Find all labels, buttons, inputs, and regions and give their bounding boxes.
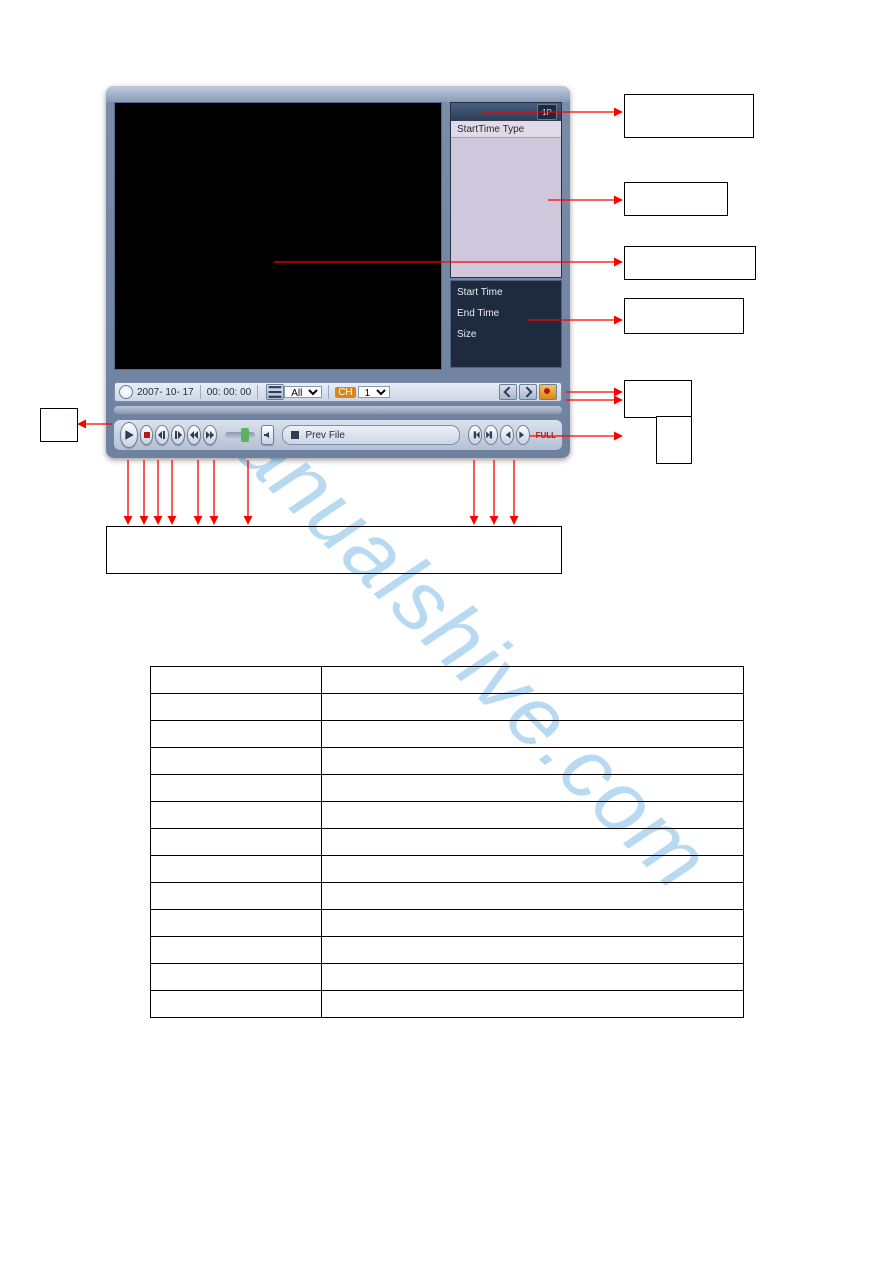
- table-row: [151, 667, 744, 694]
- description-table: [150, 666, 744, 1018]
- record-type-select[interactable]: All: [284, 386, 322, 398]
- side-panel: 1P StartTime Type Start Time End Time Si…: [450, 102, 562, 368]
- callout-box-4: [624, 298, 744, 334]
- table-row: [151, 748, 744, 775]
- callout-box-1: [624, 94, 754, 138]
- stop-button[interactable]: [140, 425, 154, 445]
- table-row: [151, 883, 744, 910]
- search-record-button[interactable]: [539, 384, 557, 400]
- window-titlebar[interactable]: [106, 86, 570, 102]
- search-bar: 2007- 10- 17 00: 00: 00 All CH 1: [114, 382, 562, 402]
- callout-box-5a: [624, 380, 692, 418]
- volume-slider[interactable]: [225, 432, 255, 438]
- table-row: [151, 937, 744, 964]
- page-next-button[interactable]: [519, 384, 537, 400]
- page-prev-button[interactable]: [499, 384, 517, 400]
- table-row: [151, 910, 744, 937]
- next-channel-button[interactable]: [516, 425, 530, 445]
- single-screen-button[interactable]: 1P: [537, 104, 557, 120]
- prev-frame-button[interactable]: [155, 425, 169, 445]
- table-row: [151, 856, 744, 883]
- callout-box-5b: [656, 416, 692, 464]
- prev-channel-button[interactable]: [500, 425, 514, 445]
- fast-button[interactable]: [203, 425, 217, 445]
- list-icon: [266, 384, 284, 400]
- callout-box-2: [624, 182, 728, 216]
- slow-button[interactable]: [187, 425, 201, 445]
- callout-box-bottom: [106, 526, 562, 574]
- start-time-label: Start Time: [457, 287, 555, 298]
- play-button[interactable]: [120, 422, 138, 448]
- status-display: Prev File: [282, 425, 460, 445]
- control-bar: Prev File FULL: [114, 420, 562, 450]
- record-list-toolbar: 1P: [451, 103, 561, 121]
- size-label: Size: [457, 329, 555, 340]
- stop-icon: [291, 431, 299, 439]
- table-row: [151, 829, 744, 856]
- table-row: [151, 964, 744, 991]
- channel-select[interactable]: 1: [358, 386, 390, 398]
- record-info-panel: Start Time End Time Size: [450, 280, 562, 368]
- status-text: Prev File: [305, 430, 344, 441]
- seek-bar[interactable]: [114, 406, 562, 414]
- mute-button[interactable]: [261, 425, 275, 445]
- callout-box-3: [624, 246, 756, 280]
- table-row: [151, 721, 744, 748]
- fullscreen-button[interactable]: FULL: [536, 428, 556, 442]
- time-field[interactable]: 00: 00: 00: [207, 387, 251, 398]
- next-frame-button[interactable]: [171, 425, 185, 445]
- clock-icon: [119, 385, 133, 399]
- table-row: [151, 775, 744, 802]
- table-row: [151, 802, 744, 829]
- player-body: 1P StartTime Type Start Time End Time Si…: [114, 102, 562, 380]
- record-list-panel: 1P StartTime Type: [450, 102, 562, 278]
- video-viewport[interactable]: [114, 102, 442, 370]
- end-time-label: End Time: [457, 308, 555, 319]
- date-field[interactable]: 2007- 10- 17: [137, 387, 194, 398]
- table-row: [151, 991, 744, 1018]
- media-player-window: 1P StartTime Type Start Time End Time Si…: [106, 86, 570, 458]
- prev-file-button[interactable]: [468, 425, 482, 445]
- channel-prefix: CH: [335, 387, 355, 398]
- next-file-button[interactable]: [484, 425, 498, 445]
- callout-box-left: [40, 408, 78, 442]
- record-list-header: StartTime Type: [451, 121, 561, 138]
- table-row: [151, 694, 744, 721]
